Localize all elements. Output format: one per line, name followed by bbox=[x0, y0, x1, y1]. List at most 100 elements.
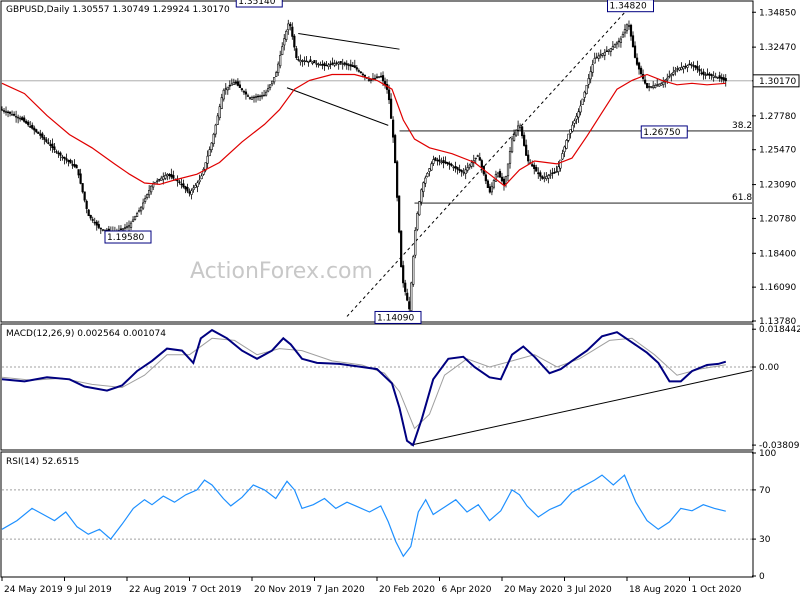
candle-body bbox=[543, 177, 546, 180]
candle-body bbox=[535, 167, 538, 172]
candle-body bbox=[119, 228, 123, 230]
candle-body bbox=[347, 64, 350, 66]
candle-body bbox=[619, 38, 623, 43]
candle-body bbox=[581, 98, 584, 105]
candle-body bbox=[180, 183, 183, 186]
candle-body bbox=[256, 95, 260, 98]
candle-body bbox=[458, 169, 461, 171]
candle-body bbox=[69, 159, 72, 164]
candle-body bbox=[87, 209, 90, 217]
candle-body bbox=[514, 129, 518, 136]
candle-body bbox=[504, 176, 508, 184]
candle-body bbox=[8, 111, 12, 114]
candle-body bbox=[444, 161, 447, 164]
candle-body bbox=[162, 176, 165, 180]
candle-body bbox=[470, 162, 473, 167]
candle-body bbox=[595, 56, 598, 59]
candle-body bbox=[303, 60, 306, 62]
gbpusd-daily-chart: ActionForex.com GBPUSD,Daily 1.30557 1.3… bbox=[0, 0, 800, 595]
candle-body bbox=[484, 174, 487, 182]
candle-body bbox=[585, 84, 588, 94]
candle-body bbox=[704, 74, 707, 76]
candle-body bbox=[615, 42, 618, 45]
candle-body bbox=[252, 96, 256, 99]
candle-body bbox=[623, 29, 627, 34]
candle-body bbox=[652, 85, 655, 88]
candle-body bbox=[597, 55, 600, 59]
candle-body bbox=[563, 146, 566, 153]
candle-body bbox=[396, 161, 399, 198]
candle-body bbox=[668, 75, 671, 78]
x-axis: 24 May 2019 9 Jul 2019 22 Aug 2019 7 Oct 20… bbox=[1, 577, 742, 595]
candle-body bbox=[12, 113, 16, 116]
macd-tick-label: 0.00 bbox=[759, 363, 779, 373]
candle-body bbox=[178, 181, 181, 184]
candle-body bbox=[353, 65, 356, 68]
candle-body bbox=[486, 180, 489, 188]
candle-body bbox=[53, 146, 56, 151]
candle-body bbox=[127, 225, 131, 228]
candle-body bbox=[248, 97, 252, 99]
candle-body bbox=[410, 282, 413, 312]
rsi-panel-frame bbox=[0, 451, 754, 578]
candle-body bbox=[59, 152, 62, 156]
price-annotation-label: 1.19580 bbox=[107, 233, 144, 243]
candle-body bbox=[275, 72, 278, 77]
candle-body bbox=[521, 126, 524, 137]
candle-body bbox=[216, 115, 219, 125]
candle-body bbox=[625, 24, 629, 32]
candle-body bbox=[650, 86, 653, 88]
candle-body bbox=[688, 63, 691, 66]
candle-body bbox=[367, 79, 371, 81]
candle-body bbox=[164, 175, 167, 179]
candle-body bbox=[696, 66, 699, 70]
candle-body bbox=[432, 159, 435, 164]
candle-body bbox=[724, 78, 727, 82]
candle-body bbox=[236, 81, 239, 86]
candle-body bbox=[63, 156, 66, 159]
candle-body bbox=[603, 52, 606, 56]
candle-body bbox=[670, 73, 673, 76]
candle-body bbox=[577, 111, 580, 118]
candle-body bbox=[537, 172, 540, 175]
candle-body bbox=[418, 201, 421, 216]
candle-body bbox=[583, 91, 586, 98]
x-tick-label: 7 Oct 2019 bbox=[192, 585, 242, 595]
candle-body bbox=[31, 124, 34, 129]
rsi-tick-label: 100 bbox=[759, 449, 776, 459]
candle-body bbox=[83, 191, 86, 201]
candle-body bbox=[686, 65, 689, 68]
candle-body bbox=[601, 53, 604, 56]
candle-body bbox=[488, 186, 491, 193]
candle-body bbox=[184, 186, 187, 190]
candle-body bbox=[19, 117, 22, 120]
candle-body bbox=[269, 84, 272, 88]
candle-body bbox=[402, 265, 405, 284]
macd-layer: 0.0184420.00-0.038095 bbox=[1, 325, 800, 451]
candle-body bbox=[214, 124, 217, 135]
candle-body bbox=[291, 26, 294, 37]
candle-body bbox=[430, 163, 433, 171]
candle-body bbox=[722, 77, 725, 81]
candle-body bbox=[307, 60, 310, 63]
fibonacci-projection-line bbox=[346, 12, 625, 317]
candle-body bbox=[454, 165, 457, 169]
candle-body bbox=[85, 200, 88, 209]
x-tick-label: 1 Oct 2020 bbox=[692, 585, 742, 595]
candle-body bbox=[438, 159, 441, 162]
candle-body bbox=[305, 60, 308, 63]
candle-body bbox=[706, 73, 709, 76]
candle-body bbox=[517, 125, 520, 131]
candle-body bbox=[527, 154, 530, 162]
candle-body bbox=[573, 120, 576, 124]
candle-body bbox=[561, 153, 564, 160]
price-tick-label: 1.18400 bbox=[759, 249, 796, 259]
candle-body bbox=[77, 169, 80, 176]
candle-body bbox=[593, 57, 596, 64]
candle-body bbox=[222, 89, 225, 100]
price-annotation-label: 1.34820 bbox=[610, 2, 647, 12]
candle-body bbox=[611, 46, 614, 50]
candle-body bbox=[218, 106, 221, 119]
candle-body bbox=[337, 62, 340, 65]
candle-body bbox=[408, 301, 411, 310]
